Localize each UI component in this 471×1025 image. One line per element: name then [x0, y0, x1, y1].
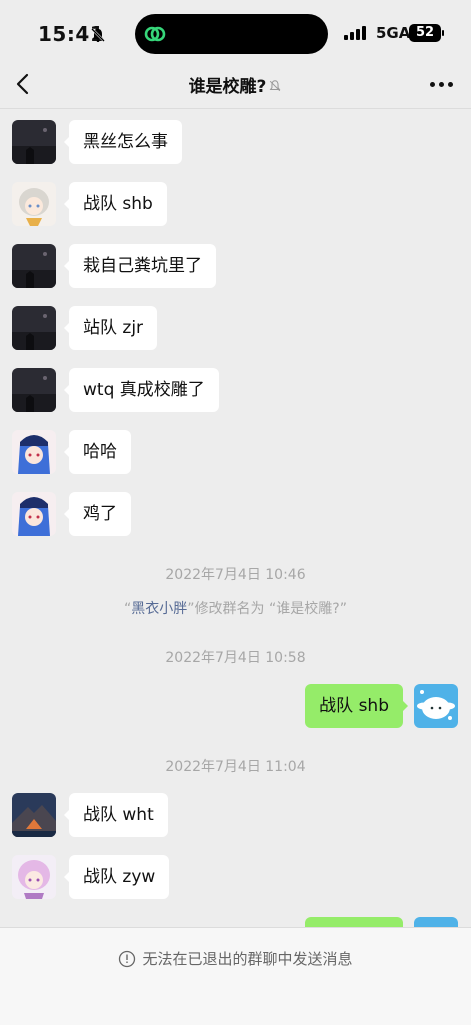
message-bubble[interactable]: 站队 zjr: [63, 306, 158, 350]
avatar-anime-pink[interactable]: [12, 855, 56, 899]
avatar-night-sky[interactable]: [12, 244, 56, 288]
avatar-cinnamoroll[interactable]: [414, 684, 458, 728]
quote-mark: ”: [187, 601, 195, 617]
message-bubble[interactable]: wtq 真成校雕了: [64, 368, 219, 412]
system-message: “黑衣小胖”修改群名为 “谁是校雕?”: [0, 598, 471, 618]
avatar-cinnamoroll[interactable]: [414, 917, 458, 927]
dynamic-island[interactable]: [135, 14, 328, 54]
input-disabled-bar: 无法在已退出的群聊中发送消息: [0, 927, 471, 1025]
message-bubble[interactable]: 战队 wht: [64, 793, 168, 837]
avatar-anime-silver[interactable]: [12, 182, 56, 226]
avatar-anime-blue[interactable]: [12, 492, 56, 536]
timestamp: 2022年7月4日 10:58: [165, 650, 306, 666]
bell-off-icon: [91, 28, 105, 42]
avatar-night-sky[interactable]: [12, 120, 56, 164]
message-bubble[interactable]: 黑丝怎么事: [64, 120, 182, 164]
message-bubble-self[interactable]: [305, 917, 403, 927]
chat-title-wrap[interactable]: 谁是校雕?: [0, 72, 471, 97]
chat-title: 谁是校雕?: [188, 77, 267, 97]
avatar-night-sky[interactable]: [12, 368, 56, 412]
battery-level: 52: [415, 25, 435, 40]
message-bubble[interactable]: 鸡了: [64, 492, 131, 536]
nav-bar: 谁是校雕?: [0, 62, 471, 109]
message-bubble[interactable]: 哈哈: [64, 430, 131, 474]
battery-icon: 52: [409, 24, 444, 42]
avatar-volcano[interactable]: [12, 793, 56, 837]
mute-icon: [270, 80, 281, 92]
chat-area[interactable]: 黑丝怎么事 战队 shb 栽自己粪坑里了 站队 zjr wtq 真成校雕了 哈哈: [0, 109, 471, 927]
exited-group-notice: 无法在已退出的群聊中发送消息: [0, 948, 471, 969]
notice-text: 无法在已退出的群聊中发送消息: [142, 950, 353, 968]
status-bar: 15:41 5GA 52: [0, 0, 471, 66]
timestamp: 2022年7月4日 10:46: [165, 567, 306, 583]
cellular-signal-icon: [344, 26, 366, 40]
message-bubble[interactable]: 战队 zyw: [63, 855, 170, 899]
avatar-anime-blue[interactable]: [12, 430, 56, 474]
exclamation-circle-icon: [119, 950, 136, 968]
more-options-button[interactable]: [430, 82, 453, 87]
network-type: 5GA: [376, 24, 411, 42]
message-bubble[interactable]: 栽自己粪坑里了: [64, 244, 216, 288]
message-bubble-self[interactable]: 战队 shb: [305, 684, 408, 728]
system-message-action: 修改群名为 “谁是校雕?”: [194, 601, 347, 617]
member-name-link[interactable]: 黑衣小胖: [131, 601, 187, 617]
link-rings-icon: [144, 26, 166, 42]
timestamp: 2022年7月4日 11:04: [165, 759, 306, 775]
message-bubble[interactable]: 战队 shb: [64, 182, 167, 226]
avatar-night-sky[interactable]: [12, 306, 56, 350]
